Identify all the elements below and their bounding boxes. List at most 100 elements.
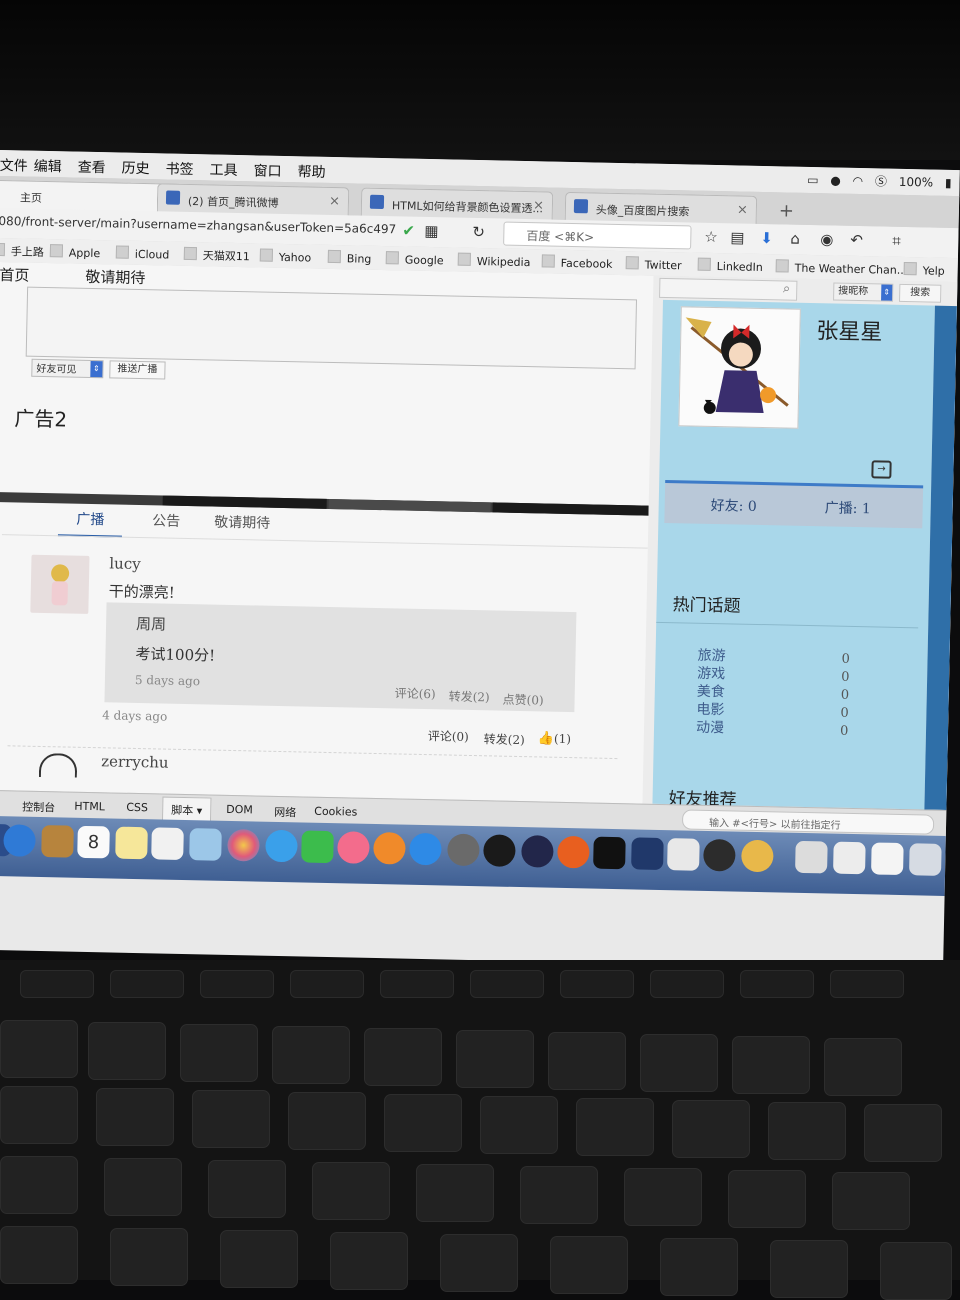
post-broadcast-button[interactable]: 推送广播 [109, 360, 166, 380]
facetime-icon[interactable] [301, 830, 334, 864]
menu-tools[interactable]: 工具 [209, 159, 237, 180]
bookmark-item[interactable]: Facebook [542, 254, 613, 271]
reminders-icon[interactable] [151, 827, 184, 860]
menu-view[interactable]: 查看 [77, 157, 105, 178]
menu-edit[interactable]: 编辑 [33, 156, 61, 177]
menu-help[interactable]: 帮助 [297, 161, 325, 182]
chat-icon[interactable]: ◉ [820, 230, 833, 248]
qr-code-icon[interactable]: ▦ [424, 222, 439, 240]
forwarded-repost-link[interactable]: 转发(2) [448, 688, 490, 706]
bookmark-item[interactable]: 手上路 [0, 243, 44, 260]
contacts-icon[interactable] [41, 825, 74, 858]
nav-home[interactable]: 首页 [0, 264, 30, 286]
devtools-tab-cookies[interactable]: Cookies [314, 805, 357, 819]
bookmark-item[interactable]: The Weather Chan... [776, 259, 908, 277]
menu-file[interactable]: 文件 [0, 155, 28, 176]
reload-icon[interactable]: ↻ [472, 223, 485, 241]
app-store-icon[interactable] [409, 832, 442, 866]
qq-icon[interactable]: ● [830, 173, 841, 187]
tab-coming-soon[interactable]: 敬请期待 [214, 512, 270, 533]
s-icon[interactable]: Ⓢ [875, 174, 887, 188]
safari-icon[interactable] [3, 824, 36, 857]
menu-history[interactable]: 历史 [121, 158, 149, 179]
notes-icon[interactable] [115, 826, 148, 860]
friends-count[interactable]: 好友: 0 [711, 495, 757, 516]
reading-list-icon[interactable]: ▤ [730, 228, 745, 246]
tab-broadcast[interactable]: 广播 [57, 508, 123, 538]
menu-window[interactable]: 窗口 [253, 160, 281, 181]
github-icon[interactable] [703, 838, 736, 872]
bookmark-item[interactable]: iCloud [116, 245, 170, 262]
eclipse-icon[interactable] [521, 835, 554, 868]
itunes-icon[interactable] [337, 831, 370, 864]
search-type-select[interactable]: 搜昵称 ⇕ [833, 282, 894, 302]
post-username[interactable]: zerrychu [101, 752, 169, 771]
bookmark-item[interactable]: Google [386, 251, 444, 268]
battery-icon[interactable]: ▮ [945, 176, 952, 190]
devtools-tab-console[interactable]: 控制台 [22, 799, 55, 816]
bookmark-item[interactable]: Apple [50, 244, 101, 260]
wifi-icon[interactable]: ◠ [852, 174, 863, 188]
sidebar-search-input[interactable]: ⌕ [659, 277, 798, 301]
bookmark-item[interactable]: Wikipedia [458, 253, 531, 269]
bookmark-item[interactable]: LinkedIn [698, 258, 763, 274]
undo-icon[interactable]: ↶ [850, 231, 863, 249]
java-icon[interactable] [667, 838, 700, 871]
devtools-tab-dom[interactable]: DOM [226, 803, 253, 817]
bookmark-item[interactable]: 天猫双11 [184, 247, 250, 264]
avatar[interactable] [38, 752, 78, 778]
close-tab-icon[interactable]: × [533, 198, 544, 213]
downloads-folder-icon[interactable] [871, 842, 904, 876]
visibility-select[interactable]: 好友可见 ⇕ [31, 358, 104, 379]
terminal-icon[interactable] [593, 836, 626, 870]
devtools-tab-html[interactable]: HTML [74, 800, 105, 814]
forwarded-like-link[interactable]: 点赞(0) [502, 691, 543, 709]
bookmark-item[interactable]: Bing [328, 250, 372, 266]
repost-link[interactable]: 转发(2) [484, 730, 525, 748]
x11-icon[interactable] [795, 840, 828, 874]
new-tab-icon[interactable]: + [779, 200, 795, 221]
trash-icon[interactable] [909, 843, 942, 876]
topic-item[interactable]: 动漫 [696, 717, 724, 738]
address-bar[interactable]: 080/front-server/main?username=zhangsan&… [0, 214, 397, 236]
broadcast-count[interactable]: 广播: 1 [824, 497, 871, 518]
home-icon[interactable]: ⌂ [790, 230, 800, 248]
like-link[interactable]: 👍(1) [538, 731, 571, 747]
maps-icon[interactable] [189, 828, 222, 861]
sidebar-search-button[interactable]: 搜索 [899, 283, 942, 303]
forwarded-username[interactable]: 周周 [136, 613, 166, 635]
tab-announcement[interactable]: 公告 [152, 510, 180, 531]
post-textarea[interactable] [25, 286, 638, 370]
system-preferences-icon[interactable] [447, 833, 480, 867]
crop-icon[interactable]: ⌗ [892, 232, 901, 250]
profile-avatar[interactable] [678, 306, 801, 429]
comment-link[interactable]: 评论(0) [428, 727, 469, 745]
avatar[interactable] [30, 554, 90, 614]
logout-icon[interactable]: → [871, 460, 892, 479]
firefox-icon[interactable] [557, 835, 590, 869]
menu-bookmarks[interactable]: 书签 [165, 158, 193, 179]
messages-icon[interactable] [265, 829, 298, 863]
post-username[interactable]: lucy [109, 554, 141, 573]
shield-icon[interactable]: ✔ [402, 221, 415, 239]
forwarded-comment-link[interactable]: 评论(6) [395, 684, 436, 702]
search-input[interactable]: 百度 <⌘K> [503, 221, 692, 250]
duck-app-icon[interactable] [741, 839, 774, 873]
close-tab-icon[interactable]: × [737, 202, 748, 217]
documents-folder-icon[interactable] [833, 841, 866, 875]
devtools-tab-css[interactable]: CSS [126, 801, 148, 814]
bookmark-item[interactable]: Yahoo [260, 248, 312, 265]
devtools-tab-network[interactable]: 网络 [274, 804, 296, 820]
bookmark-item[interactable]: Twitter [626, 256, 682, 273]
bookmark-item[interactable]: Yelp [904, 262, 945, 277]
close-tab-icon[interactable]: × [329, 194, 340, 209]
photos-icon[interactable] [227, 828, 260, 862]
ibooks-icon[interactable] [373, 831, 406, 865]
bookmark-star-icon[interactable]: ☆ [704, 228, 718, 246]
app-icon[interactable] [631, 837, 664, 871]
qq-app-icon[interactable] [483, 834, 516, 867]
airplay-icon[interactable]: ▭ [807, 173, 819, 187]
download-icon[interactable]: ⬇ [760, 229, 773, 247]
calendar-icon[interactable]: 8 [77, 825, 110, 859]
nav-coming-soon[interactable]: 敬请期待 [85, 266, 145, 288]
